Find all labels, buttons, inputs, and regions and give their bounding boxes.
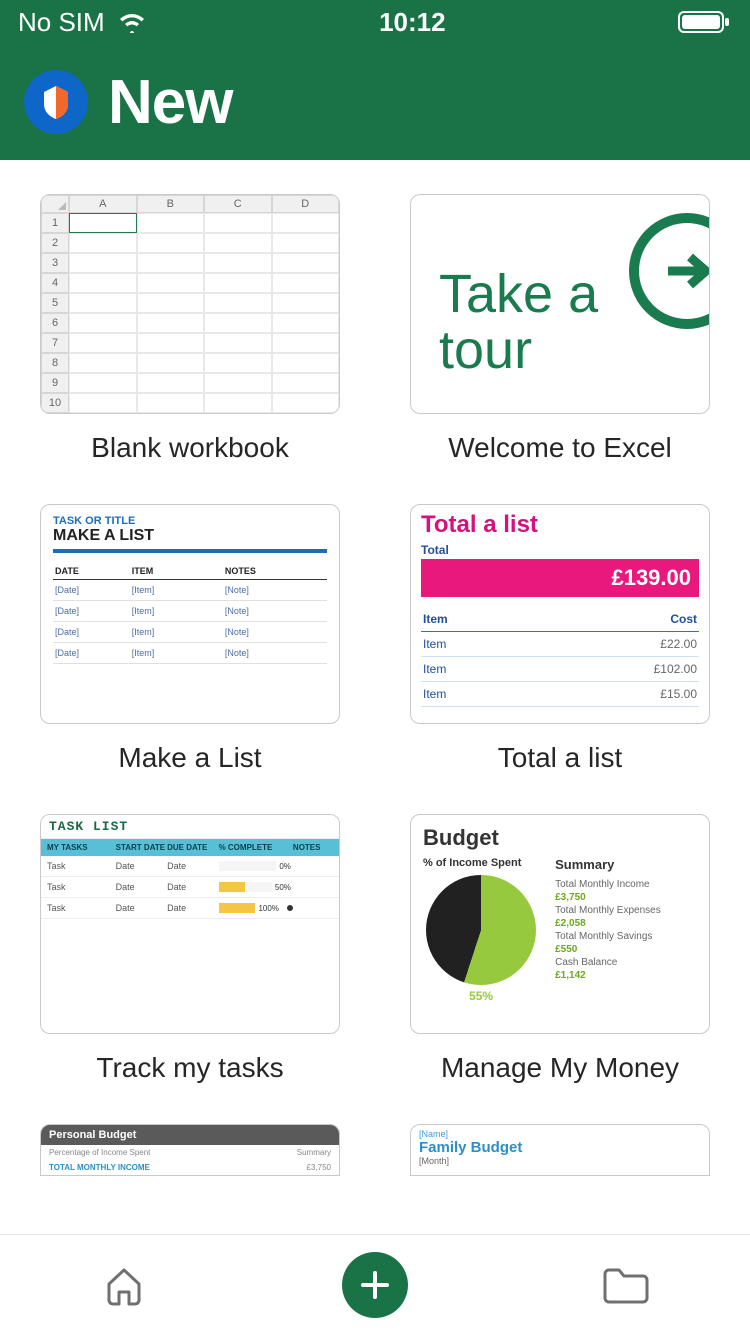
template-gallery: A B C D 1 2 3 4 5 6 7 8 9 10 Blank workb… — [0, 160, 750, 1234]
status-bar: No SIM 10:12 — [0, 0, 750, 44]
template-label: Manage My Money — [441, 1052, 679, 1084]
template-blank-workbook[interactable]: A B C D 1 2 3 4 5 6 7 8 9 10 Blank workb… — [40, 194, 340, 464]
template-label: Total a list — [498, 742, 623, 774]
wifi-icon — [117, 11, 147, 33]
nav-home-button[interactable] — [94, 1255, 154, 1315]
arrow-right-icon — [629, 213, 710, 329]
carrier-label: No SIM — [18, 7, 105, 38]
status-left: No SIM — [18, 7, 147, 38]
status-right — [678, 10, 732, 34]
page-title: New — [108, 67, 232, 138]
folder-icon — [601, 1264, 651, 1306]
nav-new-button[interactable] — [342, 1252, 408, 1318]
template-personal-budget[interactable]: Personal Budget Percentage of Income Spe… — [40, 1124, 340, 1176]
template-label: Track my tasks — [96, 1052, 283, 1084]
thumbnail: TASK LIST MY TASKS START DATE DUE DATE %… — [40, 814, 340, 1034]
battery-icon — [678, 10, 732, 34]
thumbnail: Budget % of Income Spent 55% Summary Tot… — [410, 814, 710, 1034]
template-welcome-to-excel[interactable]: Take atour Welcome to Excel — [410, 194, 710, 464]
bottom-nav — [0, 1234, 750, 1334]
template-label: Blank workbook — [91, 432, 289, 464]
thumbnail: Total a list Total £139.00 ItemCost Item… — [410, 504, 710, 724]
template-label: Welcome to Excel — [448, 432, 672, 464]
template-total-a-list[interactable]: Total a list Total £139.00 ItemCost Item… — [410, 504, 710, 774]
template-track-my-tasks[interactable]: TASK LIST MY TASKS START DATE DUE DATE %… — [40, 814, 340, 1084]
thumbnail: A B C D 1 2 3 4 5 6 7 8 9 10 — [40, 194, 340, 414]
template-manage-my-money[interactable]: Budget % of Income Spent 55% Summary Tot… — [410, 814, 710, 1084]
template-label: Make a List — [118, 742, 261, 774]
clock: 10:12 — [379, 7, 446, 38]
app-logo-badge[interactable] — [24, 70, 88, 134]
home-icon — [101, 1262, 147, 1308]
thumbnail: Take atour — [410, 194, 710, 414]
template-make-a-list[interactable]: TASK OR TITLE MAKE A LIST DATEITEMNOTES … — [40, 504, 340, 774]
plus-icon — [358, 1268, 392, 1302]
thumbnail: TASK OR TITLE MAKE A LIST DATEITEMNOTES … — [40, 504, 340, 724]
pie-chart-icon — [426, 875, 536, 985]
header: New — [0, 44, 750, 160]
template-family-budget[interactable]: [Name] Family Budget [Month] — [410, 1124, 710, 1176]
nav-files-button[interactable] — [596, 1255, 656, 1315]
